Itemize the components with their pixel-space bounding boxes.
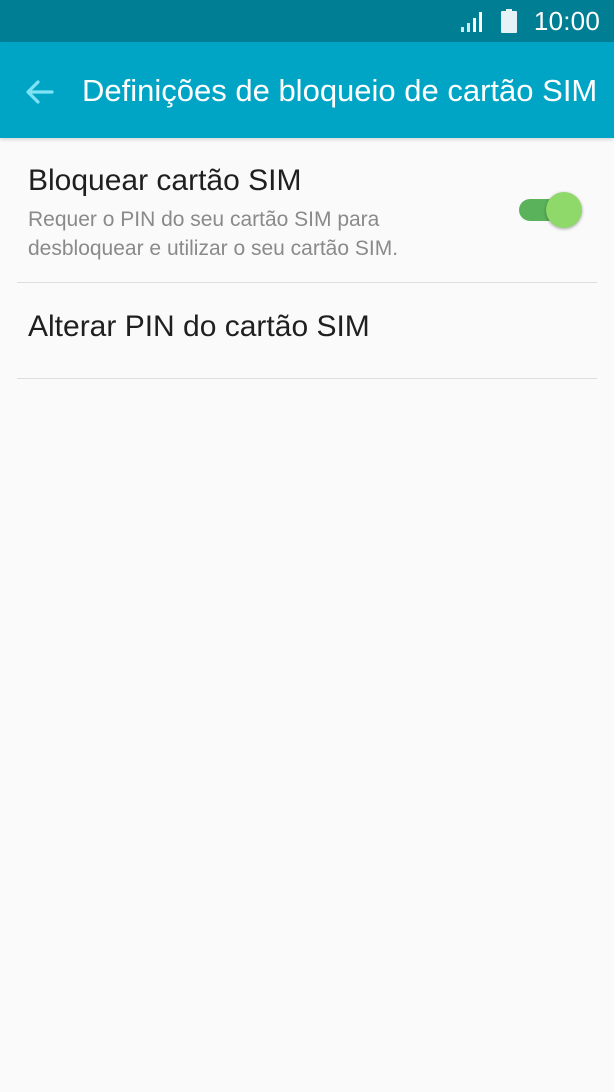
status-icons: 10:00 [460,0,600,42]
back-button[interactable] [14,66,66,118]
app-bar: Definições de bloqueio de cartão SIM [0,42,614,138]
status-bar: 10:00 [0,0,614,42]
divider [17,378,597,379]
lock-sim-card-row[interactable]: Bloquear cartão SIM Requer o PIN do seu … [0,138,614,283]
signal-icon [460,12,482,32]
battery-icon [500,9,517,33]
lock-sim-card-title: Bloquear cartão SIM [28,164,302,197]
arrow-back-icon [26,80,54,104]
lock-sim-card-summary: Requer o PIN do seu cartão SIM para desb… [28,208,399,260]
change-sim-pin-row[interactable]: Alterar PIN do cartão SIM [0,282,614,379]
toggle-thumb [546,192,582,228]
page-title: Definições de bloqueio de cartão SIM [82,73,598,108]
change-sim-pin-title: Alterar PIN do cartão SIM [28,310,370,343]
status-clock: 10:00 [533,5,600,36]
settings-list: Bloquear cartão SIM Requer o PIN do seu … [0,138,614,379]
lock-sim-card-toggle[interactable] [517,192,583,228]
